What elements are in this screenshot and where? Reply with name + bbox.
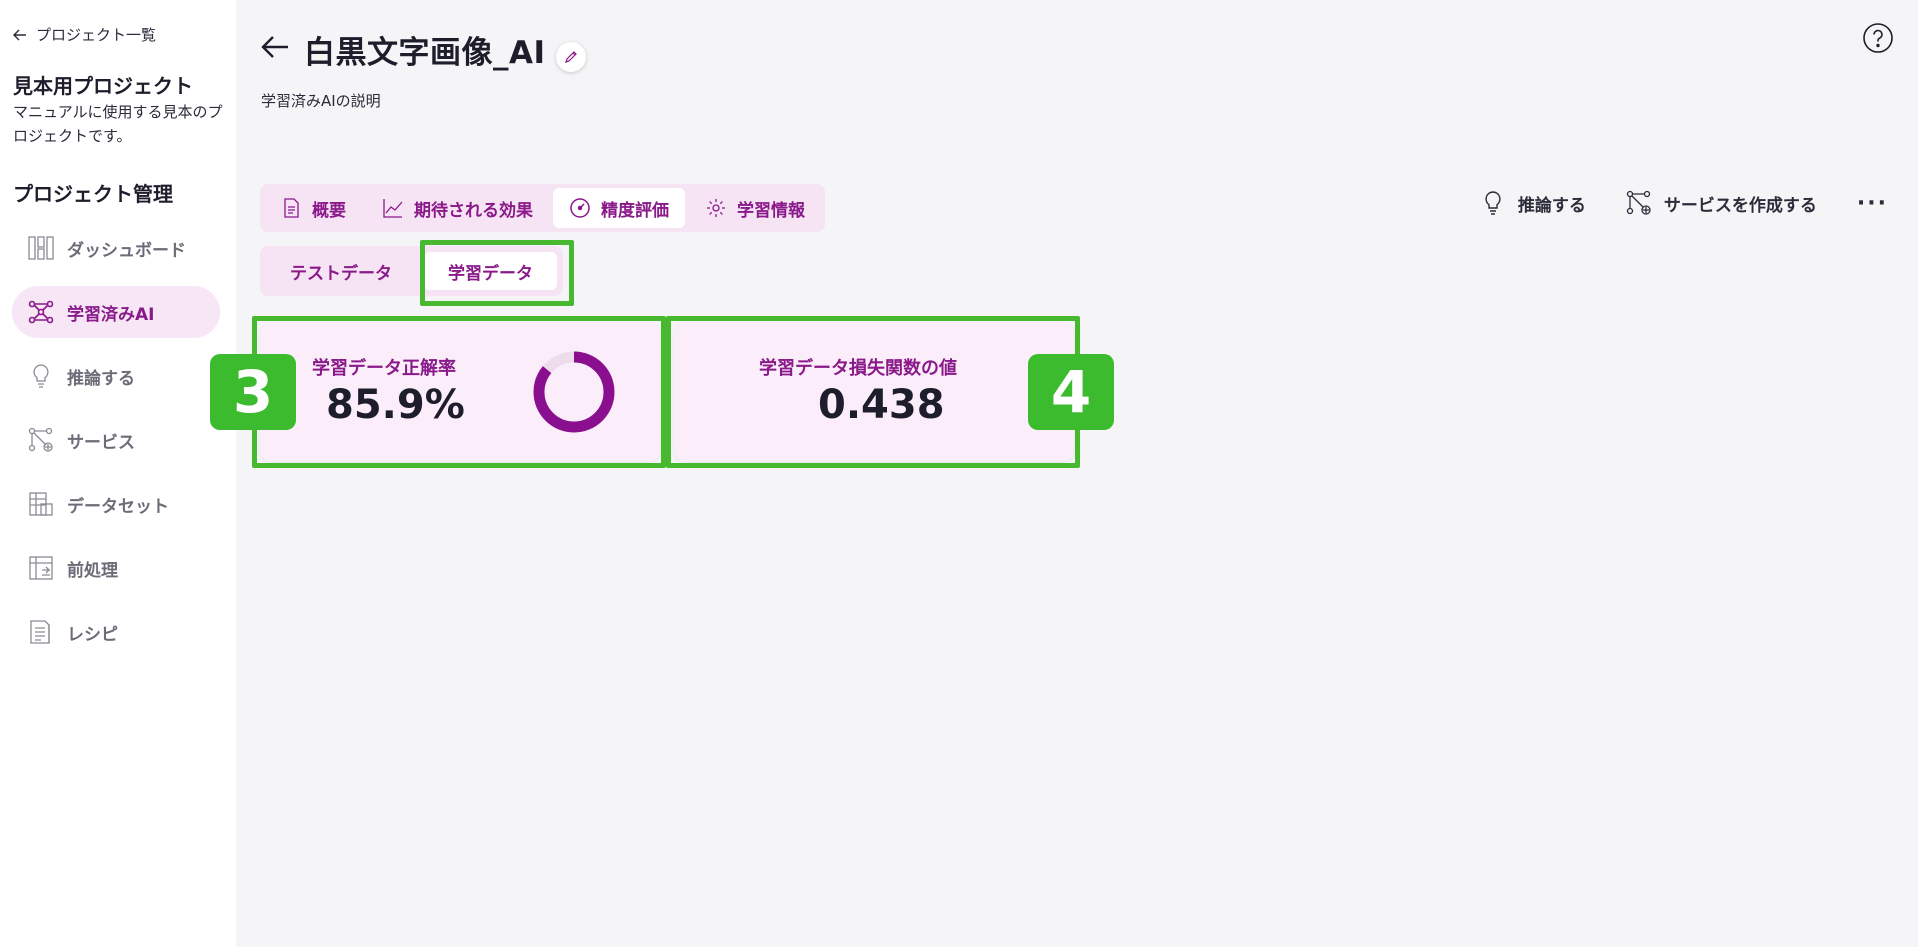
sidebar-item-trained-ai[interactable]: 学習済みAI [12, 286, 220, 338]
chart-line-icon [383, 199, 403, 218]
loss-label: 学習データ損失関数の値 [759, 358, 957, 379]
create-service-button[interactable]: サービスを作成する [1626, 190, 1817, 216]
sidebar-item-label: ダッシュボード [67, 240, 186, 261]
sidebar-item-dataset[interactable]: データセット [12, 478, 220, 530]
arrow-left-icon [261, 36, 288, 58]
loss-card: 学習データ損失関数の値 0.438 [674, 322, 1074, 462]
ai-network-icon [28, 300, 54, 324]
lightbulb-icon [33, 364, 49, 388]
back-to-projects-link[interactable]: プロジェクト一覧 [12, 24, 156, 45]
sidebar-nav: ダッシュボード 学習済みAI 推論する サービス データセット 前処理 レシピ [12, 222, 220, 670]
lightbulb-icon [1485, 191, 1501, 215]
service-icon [1626, 190, 1651, 215]
subtab-test-data[interactable]: テストデータ [266, 252, 416, 290]
subtab-training-data[interactable]: 学習データ [424, 252, 557, 290]
more-menu-button[interactable]: ··· [1857, 191, 1888, 216]
infer-button[interactable]: 推論する [1480, 190, 1586, 216]
loss-value: 0.438 [818, 382, 945, 428]
dashboard-icon [28, 236, 54, 260]
sidebar-item-label: 前処理 [67, 560, 118, 581]
sidebar-item-preprocess[interactable]: 前処理 [12, 542, 220, 594]
tab-overview[interactable]: 概要 [264, 188, 362, 228]
sidebar-item-label: レシピ [67, 624, 118, 645]
pencil-icon [564, 51, 577, 63]
sidebar-item-label: サービス [67, 432, 135, 453]
tab-expected-effect[interactable]: 期待される効果 [366, 188, 549, 228]
sidebar-item-label: 推論する [67, 368, 135, 389]
main-tabs: 概要 期待される効果 精度評価 学習情報 [260, 184, 825, 232]
sidebar-item-label: 学習済みAI [67, 304, 155, 325]
main-content: 白黒文字画像_AI 学習済みAIの説明 概要 期待される効果 精度評価 学習情報… [210, 0, 1918, 947]
edit-title-button[interactable] [555, 42, 586, 72]
tab-label: 学習情報 [737, 200, 805, 221]
sidebar-item-inference[interactable]: 推論する [12, 350, 220, 402]
recipe-icon [30, 620, 50, 644]
section-title: プロジェクト管理 [13, 182, 173, 206]
tab-training-info[interactable]: 学習情報 [689, 188, 821, 228]
header-actions: 推論する サービスを作成する ··· [1480, 190, 1888, 216]
back-button[interactable] [258, 30, 292, 68]
page-subtitle: 学習済みAIの説明 [261, 92, 381, 110]
tab-label: 概要 [312, 200, 346, 221]
tab-label: 期待される効果 [414, 200, 533, 221]
help-icon[interactable] [1862, 22, 1894, 54]
sidebar-item-label: データセット [67, 496, 169, 517]
project-description: マニュアルに使用する見本のプロジェクトです。 [13, 103, 223, 145]
sidebar-item-dashboard[interactable]: ダッシュボード [12, 222, 220, 274]
accuracy-card: 学習データ正解率 85.9% [260, 322, 660, 462]
step-badge-4: 4 [1028, 354, 1114, 430]
back-link-label: プロジェクト一覧 [36, 26, 157, 44]
tab-accuracy[interactable]: 精度評価 [553, 188, 685, 228]
arrow-left-icon [13, 29, 26, 40]
sidebar-item-service[interactable]: サービス [12, 414, 220, 466]
accuracy-value: 85.9% [326, 382, 465, 428]
preprocess-icon [29, 556, 53, 580]
service-icon [28, 427, 53, 452]
create-service-label: サービスを作成する [1663, 195, 1817, 216]
sidebar-item-recipe[interactable]: レシピ [12, 606, 220, 658]
gear-icon [707, 199, 725, 217]
infer-button-label: 推論する [1517, 195, 1586, 216]
data-subtabs: テストデータ 学習データ [260, 246, 563, 296]
accuracy-label: 学習データ正解率 [312, 358, 456, 379]
project-name: 見本用プロジェクト [13, 74, 193, 98]
sidebar: プロジェクト一覧 見本用プロジェクト マニュアルに使用する見本のプロジェクトです… [0, 0, 236, 947]
tab-label: 精度評価 [601, 200, 669, 221]
accuracy-donut-chart [533, 351, 615, 433]
dataset-icon [29, 492, 53, 516]
step-badge-3: 3 [210, 354, 296, 430]
title-row: 白黒文字画像_AI [258, 26, 586, 72]
page-title: 白黒文字画像_AI [304, 34, 546, 71]
document-icon [284, 198, 299, 218]
gauge-icon [570, 198, 590, 218]
